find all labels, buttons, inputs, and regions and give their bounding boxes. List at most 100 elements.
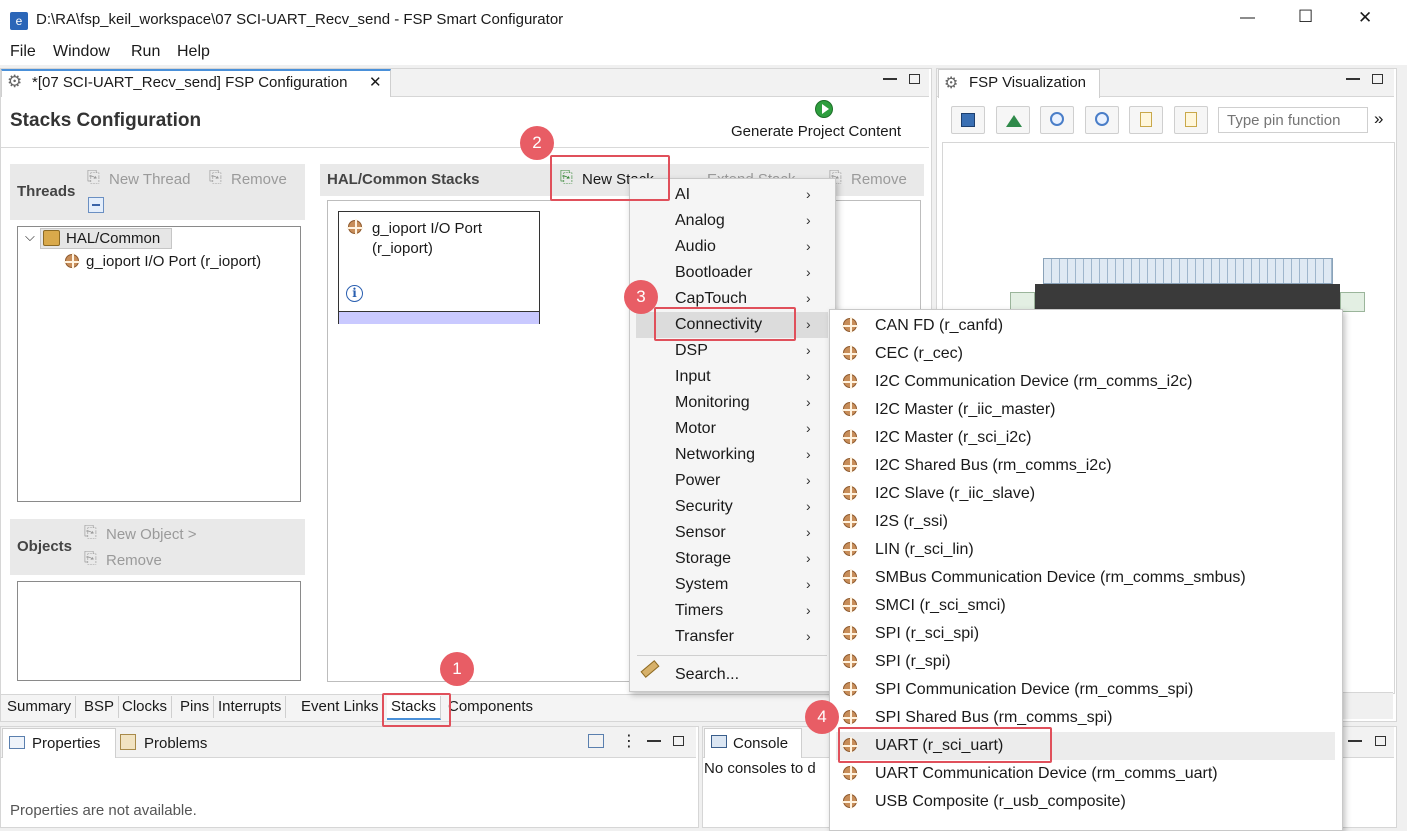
remove-stack-button[interactable]: Remove	[851, 171, 907, 188]
tab-clocks[interactable]: Clocks	[118, 696, 173, 718]
maximize-button[interactable]: ☐	[1298, 7, 1313, 27]
properties-tab-label: Properties	[32, 735, 101, 752]
close-button[interactable]: ✕	[1358, 8, 1372, 28]
tab-interrupts[interactable]: Interrupts	[214, 696, 287, 718]
chevron-right-icon: ›	[806, 420, 811, 436]
properties-content	[1, 758, 696, 796]
step-badge-1: 1	[440, 652, 474, 686]
console-maximize-icon[interactable]	[1375, 736, 1386, 746]
properties-maximize-icon[interactable]	[673, 736, 684, 746]
submenu-item-label: LIN (r_sci_lin)	[875, 541, 974, 558]
tab-summary[interactable]: Summary	[3, 696, 77, 718]
context-menu-label: Transfer	[675, 628, 734, 645]
window-title: D:\RA\fsp_keil_workspace\07 SCI-UART_Rec…	[36, 11, 564, 28]
module-plug-icon	[842, 541, 858, 557]
properties-icon	[9, 736, 25, 749]
module-plug-icon	[842, 681, 858, 697]
pin-function-input[interactable]	[1218, 107, 1368, 133]
zoom-out-button[interactable]	[1040, 106, 1074, 134]
step-badge-2: 2	[520, 126, 554, 160]
context-menu-item-system[interactable]	[636, 572, 828, 598]
minimize-button[interactable]: —	[1240, 9, 1255, 26]
submenu-item-label: SPI (r_sci_spi)	[875, 625, 980, 642]
visualization-minimize-icon[interactable]	[1346, 78, 1360, 80]
tab-event-links[interactable]: Event Links	[297, 696, 384, 718]
visualization-icon: ⚙	[944, 75, 959, 92]
submenu-item-label: CAN FD (r_canfd)	[875, 317, 1004, 334]
info-icon[interactable]: i	[346, 285, 363, 302]
module-block-plug-icon	[347, 219, 363, 235]
fit-button[interactable]	[1129, 106, 1163, 134]
console-icon	[711, 735, 727, 748]
pin-view-icon[interactable]	[588, 734, 604, 748]
tree-child-label[interactable]: g_ioport I/O Port (r_ioport)	[86, 253, 261, 270]
menu-run[interactable]: Run	[131, 43, 160, 61]
new-thread-button[interactable]: New Thread	[109, 171, 190, 188]
context-menu-item-storage[interactable]	[636, 546, 828, 572]
context-menu-item-audio[interactable]	[636, 234, 828, 260]
context-menu-item-analog[interactable]	[636, 208, 828, 234]
chevron-right-icon: ›	[806, 186, 811, 202]
chevron-right-icon: ›	[806, 342, 811, 358]
context-menu-item-dsp[interactable]	[636, 338, 828, 364]
remove-thread-button[interactable]: Remove	[231, 171, 287, 188]
context-menu-item-motor[interactable]	[636, 416, 828, 442]
zoom-in-button[interactable]	[1085, 106, 1119, 134]
tree-expand-icon[interactable]: ⌵	[25, 229, 35, 245]
minimize-view-icon[interactable]	[883, 78, 897, 80]
generate-project-content-button[interactable]: Generate Project Content	[731, 123, 901, 140]
module-plug-icon	[842, 317, 858, 333]
editor-tab-title: *[07 SCI-UART_Recv_send] FSP Configurati…	[32, 74, 348, 91]
chip-pin-strip	[1043, 258, 1333, 284]
menu-file[interactable]: File	[10, 43, 36, 61]
context-menu-item-input[interactable]	[636, 364, 828, 390]
chevron-right-icon: ›	[806, 316, 811, 332]
gear-icon: ⚙	[7, 72, 23, 91]
module-block-footer	[339, 311, 539, 324]
collapse-all-icon[interactable]	[88, 197, 104, 213]
module-plug-icon	[842, 345, 858, 361]
properties-message: Properties are not available.	[10, 802, 197, 819]
chevron-right-icon: ›	[806, 238, 811, 254]
chevron-right-icon: ›	[806, 212, 811, 228]
tab-components[interactable]: Components	[444, 696, 537, 718]
rotate-button[interactable]	[996, 106, 1030, 134]
problems-tab[interactable]: Problems	[144, 735, 207, 752]
context-menu-label: Input	[675, 368, 711, 385]
export-button[interactable]	[1174, 106, 1208, 134]
view-menu-icon[interactable]: ⋮	[621, 731, 637, 751]
tab-bsp[interactable]: BSP	[80, 696, 120, 718]
tab-pins[interactable]: Pins	[176, 696, 215, 718]
title-bar: e D:\RA\fsp_keil_workspace\07 SCI-UART_R…	[0, 0, 1407, 40]
remove-object-icon: ⎘	[84, 550, 97, 567]
maximize-view-icon[interactable]	[909, 74, 920, 84]
menu-window[interactable]: Window	[53, 43, 110, 61]
context-menu-label: Audio	[675, 238, 716, 255]
save-image-button[interactable]	[951, 106, 985, 134]
new-object-button[interactable]: New Object >	[106, 526, 196, 543]
close-tab-icon[interactable]: ✕	[369, 73, 382, 91]
module-plug-icon	[842, 597, 858, 613]
module-plug-icon	[842, 709, 858, 725]
context-menu-label: Timers	[675, 602, 724, 619]
visualization-maximize-icon[interactable]	[1372, 74, 1383, 84]
chevron-right-icon: ›	[806, 368, 811, 384]
remove-object-button[interactable]: Remove	[106, 552, 162, 569]
generate-play-icon[interactable]	[815, 100, 833, 118]
module-plug-icon	[842, 765, 858, 781]
module-plug-icon	[842, 569, 858, 585]
menu-help[interactable]: Help	[177, 43, 210, 61]
more-tools-icon[interactable]: »	[1374, 109, 1383, 129]
context-menu-item-sensor[interactable]	[636, 520, 828, 546]
properties-minimize-icon[interactable]	[647, 740, 661, 742]
console-minimize-icon[interactable]	[1348, 740, 1362, 742]
context-menu-item-power[interactable]	[636, 468, 828, 494]
app-icon: e	[10, 12, 28, 30]
page-title: Stacks Configuration	[10, 110, 202, 131]
context-menu-label: AI	[675, 186, 691, 203]
context-menu-label: System	[675, 576, 729, 593]
submenu-item-label: UART Communication Device (rm_comms_uart…	[875, 765, 1218, 782]
context-menu-item-timers[interactable]	[636, 598, 828, 624]
context-menu-label: Motor	[675, 420, 716, 437]
context-menu-search[interactable]: Search...	[675, 666, 739, 684]
